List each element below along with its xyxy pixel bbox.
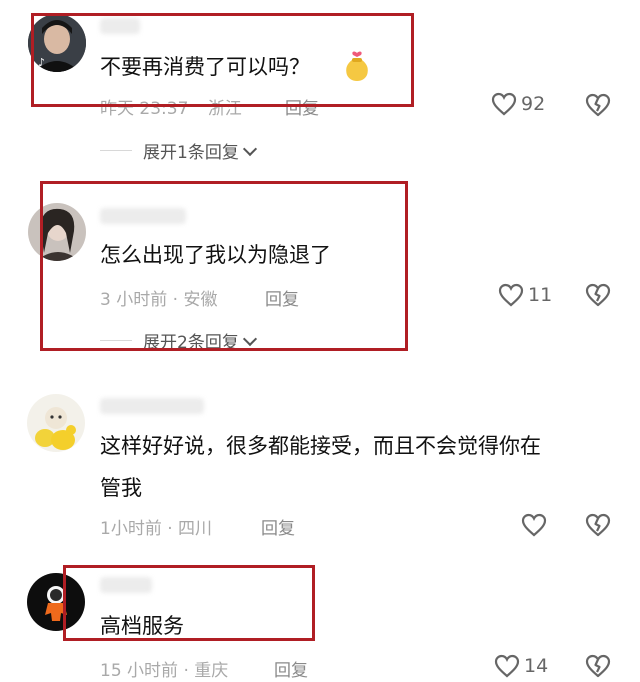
like-button[interactable]: 92 <box>491 92 545 116</box>
highlight-box <box>40 181 408 351</box>
like-button[interactable]: 14 <box>494 654 548 678</box>
like-count: 11 <box>528 284 553 306</box>
like-count: 92 <box>521 93 546 115</box>
reply-button[interactable]: 回复 <box>261 514 295 539</box>
highlight-box <box>63 565 315 641</box>
like-button[interactable] <box>521 513 551 537</box>
like-count: 14 <box>524 655 549 677</box>
highlight-box <box>31 13 414 107</box>
meta-separator: · <box>183 661 189 681</box>
comment-time: 15 小时前 <box>100 661 179 681</box>
like-button[interactable]: 11 <box>498 283 552 307</box>
comment-text-line: 这样好好说，很多都能接受，而且不会觉得你在 <box>100 434 541 458</box>
chevron-down-icon <box>242 141 257 157</box>
heart-outline-icon <box>491 92 517 116</box>
broken-heart-icon[interactable] <box>585 283 611 311</box>
comment-text: 这样好好说，很多都能接受，而且不会觉得你在 管我 <box>100 425 541 509</box>
avatar[interactable] <box>27 394 85 452</box>
broken-heart-icon[interactable] <box>585 654 611 682</box>
expand-replies-label: 展开1条回复 <box>143 143 239 163</box>
comment-location: 重庆 <box>194 661 229 681</box>
reply-button[interactable]: 回复 <box>274 656 308 681</box>
comment-meta: 1小时前 · 四川 <box>100 514 212 539</box>
heart-outline-icon <box>494 654 520 678</box>
broken-heart-icon[interactable] <box>585 93 611 121</box>
comment-location: 四川 <box>178 519 213 539</box>
comment-time: 1小时前 <box>100 519 162 539</box>
broken-heart-icon[interactable] <box>585 513 611 541</box>
expand-replies-button[interactable]: 展开1条回复 <box>143 138 257 163</box>
username-blurred[interactable] <box>100 398 204 414</box>
comment-text-line: 管我 <box>100 476 142 500</box>
heart-outline-icon <box>521 513 547 537</box>
meta-separator: · <box>167 519 173 539</box>
expand-divider <box>100 150 132 151</box>
heart-outline-icon <box>498 283 524 307</box>
comment-meta: 15 小时前 · 重庆 <box>100 656 228 681</box>
